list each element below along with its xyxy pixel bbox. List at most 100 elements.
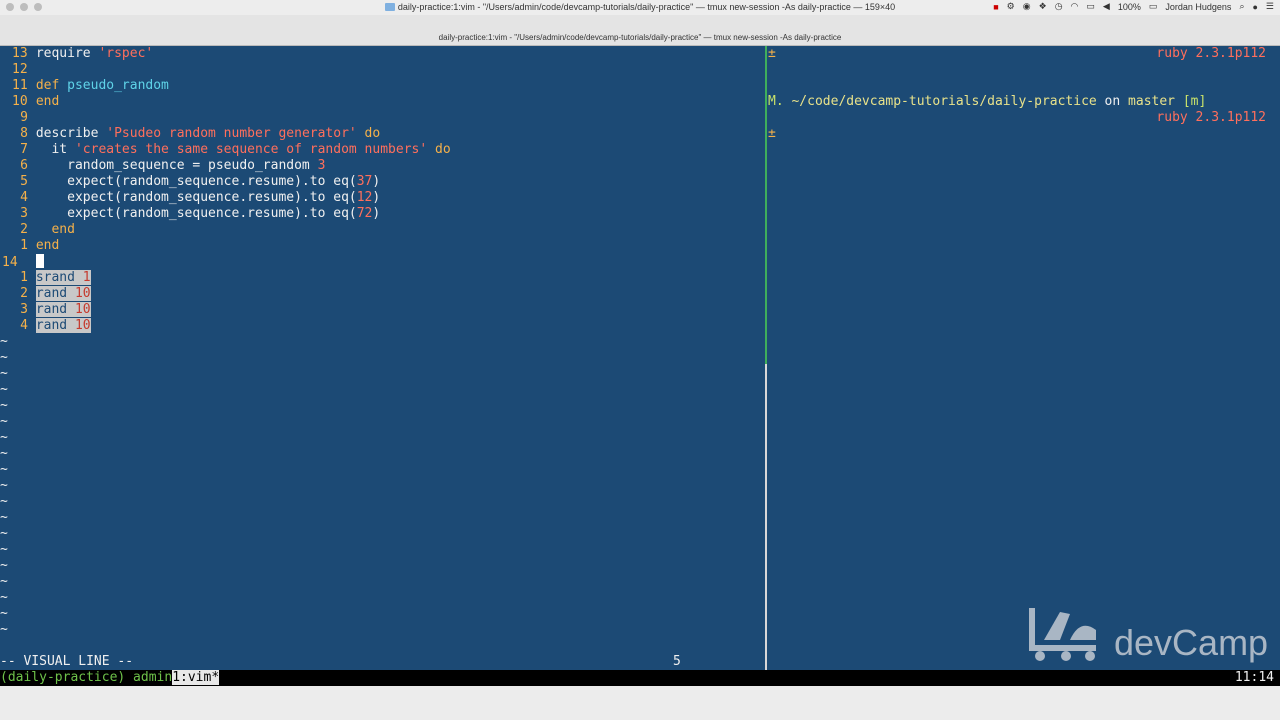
code-token: rand: [35, 318, 75, 333]
prompt-segment: [m]: [1175, 94, 1207, 109]
empty-line-tilde: ~: [0, 350, 8, 365]
line-number: 7: [20, 142, 28, 157]
code-line[interactable]: 10 end: [0, 94, 59, 110]
eye-icon[interactable]: ◉: [1023, 1, 1031, 12]
code-token: 10: [74, 318, 91, 333]
code-line[interactable]: 2 rand 10: [0, 286, 91, 302]
code-token: it: [35, 142, 75, 157]
code-line[interactable]: 12: [0, 62, 36, 78]
code-token: def: [35, 78, 68, 93]
dropbox-icon[interactable]: ❖: [1039, 1, 1047, 12]
line-number: 6: [20, 158, 28, 173]
code-line[interactable]: 3 rand 10: [0, 302, 91, 318]
settings-icon[interactable]: ⚙: [1007, 1, 1015, 12]
code-line[interactable]: 5 expect(random_sequence.resume).to eq(3…: [0, 174, 380, 190]
empty-line-tilde: ~: [0, 478, 8, 493]
empty-line-tilde: ~: [0, 414, 8, 429]
line-number: 11: [12, 78, 28, 93]
code-token: 72: [356, 206, 373, 221]
code-line[interactable]: 1 srand 1: [0, 270, 91, 286]
user-name[interactable]: Jordan Hudgens: [1165, 2, 1231, 12]
code-token: end: [35, 94, 60, 109]
code-token: do: [427, 142, 451, 157]
clock-icon[interactable]: ◷: [1055, 1, 1063, 12]
line-number: 1: [20, 270, 28, 285]
empty-line-tilde: ~: [0, 510, 8, 525]
empty-line-tilde: ~: [0, 382, 8, 397]
siri-icon[interactable]: ●: [1252, 2, 1257, 12]
battery-icon[interactable]: ▭: [1149, 1, 1158, 12]
battery-percent[interactable]: 100%: [1118, 2, 1141, 12]
bottom-strip: [0, 686, 1280, 720]
code-line[interactable]: 8 describe 'Psudeo random number generat…: [0, 126, 380, 142]
tmux-clock: 11:14: [1234, 670, 1274, 685]
code-token: 'rspec': [98, 46, 154, 61]
empty-line-tilde: ~: [0, 574, 8, 589]
code-line[interactable]: 4 rand 10: [0, 318, 91, 334]
code-line[interactable]: 6 random_sequence = pseudo_random 3: [0, 158, 325, 174]
line-number: 2: [20, 222, 28, 237]
notification-center-icon[interactable]: ☰: [1266, 1, 1274, 12]
devcamp-logo-text: devCamp: [1114, 622, 1269, 663]
devcamp-logo-icon: [1029, 608, 1096, 661]
empty-line-tilde: ~: [0, 462, 8, 477]
code-token: ): [372, 206, 381, 221]
empty-line-tilde: ~: [0, 446, 8, 461]
code-token: expect(random_sequence.resume).to eq(: [35, 206, 357, 221]
code-line[interactable]: 7 it 'creates the same sequence of rando…: [0, 142, 451, 158]
empty-line-tilde: ~: [0, 430, 8, 445]
line-number: 4: [20, 318, 28, 333]
empty-line-tilde: ~: [0, 526, 8, 541]
terminal-line: M. ~/code/devcamp-tutorials/daily-practi…: [768, 94, 1266, 110]
empty-line-tilde: ~: [0, 334, 8, 349]
vim-pane[interactable]: 13 require 'rspec' 12 11 def pseudo_rando…: [0, 46, 764, 670]
empty-line-tilde: ~: [0, 542, 8, 557]
code-token: srand: [35, 270, 83, 285]
terminal-pane[interactable]: ± ruby 2.3.1p112 M. ~/code/devcamp-tutoria…: [768, 46, 1280, 670]
code-token: 12: [356, 190, 373, 205]
search-icon[interactable]: ⌕: [1239, 1, 1244, 12]
code-token: 3: [317, 158, 326, 173]
vim-mode: -- VISUAL LINE --: [0, 654, 134, 669]
empty-line-tilde: ~: [0, 398, 8, 413]
code-token: end: [35, 222, 75, 237]
line-number: 9: [20, 110, 28, 125]
code-line[interactable]: 1 end: [0, 238, 59, 254]
empty-line-tilde: ~: [0, 622, 8, 637]
code-token: 37: [356, 174, 373, 189]
prompt-segment: ~/code/devcamp-tutorials/daily-practice: [791, 94, 1097, 109]
tmux-window-tab[interactable]: 1:vim*: [172, 670, 220, 685]
code-line[interactable]: 2 end: [0, 222, 75, 238]
terminal-line: ± ruby 2.3.1p112: [768, 46, 1266, 62]
empty-line-tilde: ~: [0, 558, 8, 573]
empty-line-tilde: ~: [0, 494, 8, 509]
git-status-marker: ±: [768, 46, 776, 61]
line-number: 5: [20, 174, 28, 189]
code-line[interactable]: 3 expect(random_sequence.resume).to eq(7…: [0, 206, 380, 222]
volume-icon[interactable]: ◀: [1103, 1, 1110, 12]
code-line[interactable]: 11 def pseudo_random: [0, 78, 169, 94]
code-line[interactable]: 14: [0, 254, 44, 270]
empty-line-tilde: ~: [0, 366, 8, 381]
line-number: 1: [20, 238, 28, 253]
pane-divider[interactable]: [765, 46, 767, 670]
line-number: 3: [20, 302, 28, 317]
code-token: ): [372, 190, 381, 205]
code-line[interactable]: 4 expect(random_sequence.resume).to eq(1…: [0, 190, 380, 206]
code-token: ): [372, 174, 381, 189]
record-icon[interactable]: ■: [993, 2, 998, 12]
code-token: 10: [74, 286, 91, 301]
code-line[interactable]: 13 require 'rspec': [0, 46, 153, 62]
wifi-icon[interactable]: ◠: [1071, 1, 1079, 12]
tmux-session: (daily-practice) admin: [0, 670, 173, 685]
text-cursor: [35, 254, 44, 268]
devcamp-logo: devCamp: [1026, 600, 1269, 670]
folder-icon: [384, 3, 395, 11]
code-token: end: [35, 238, 60, 253]
line-number: 12: [12, 62, 28, 77]
line-number: 8: [20, 126, 28, 141]
code-line[interactable]: 9: [0, 110, 36, 126]
code-token: expect(random_sequence.resume).to eq(: [35, 190, 357, 205]
airplay-icon[interactable]: ▭: [1086, 1, 1095, 12]
prompt-segment: M.: [768, 94, 792, 109]
